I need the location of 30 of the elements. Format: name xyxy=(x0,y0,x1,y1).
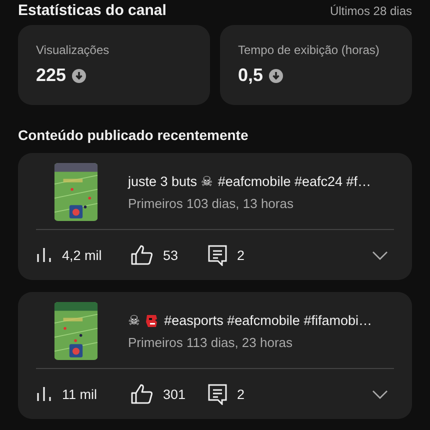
page-title: Estatísticas do canal xyxy=(18,2,166,19)
like-count: 53 xyxy=(163,248,178,262)
video-card[interactable]: juste 3 buts ☠ #eafcmobile #eafc24 #f… Primeiros 103 dias, 13 horas 4,2 mil 53 2 xyxy=(18,153,412,280)
comment-icon xyxy=(208,384,227,404)
stat-value: 225 xyxy=(36,65,66,86)
comment-count: 2 xyxy=(237,386,245,402)
video-age: Primeiros 103 dias, 13 horas xyxy=(128,196,294,210)
thumbs-up-icon xyxy=(131,245,153,265)
mask-icon xyxy=(145,312,160,328)
stat-label: Tempo de exibição (horas) xyxy=(238,43,380,57)
view-count: 4,2 mil xyxy=(62,248,102,262)
stat-label: Visualizações xyxy=(36,43,110,57)
thumbs-up-icon xyxy=(131,384,153,404)
period-label: Últimos 28 dias xyxy=(330,4,412,18)
like-count: 301 xyxy=(163,386,186,402)
view-count: 11 mil xyxy=(62,386,98,402)
bar-chart-icon xyxy=(36,248,52,262)
video-title: #eafcmobile #eafc24 #f… xyxy=(218,174,372,189)
comment-count: 2 xyxy=(237,248,245,262)
video-card[interactable]: ☠ #easports #eafcmobile #fifamobi… Primeiros 113 dias, 23 horas 11 mil 301 2 xyxy=(18,292,412,419)
bar-chart-icon xyxy=(36,387,52,401)
video-title: ☠ xyxy=(128,312,140,328)
video-age: Primeiros 113 dias, 23 horas xyxy=(128,334,294,350)
stat-value: 0,5 xyxy=(238,65,264,86)
chevron-icon[interactable] xyxy=(372,250,388,260)
video-title: #easports #eafcmobile #fifamobi… xyxy=(164,313,372,328)
comment-icon xyxy=(208,244,227,266)
section-title: Conteúdo publicado recentemente xyxy=(18,127,250,143)
chevron-icon[interactable] xyxy=(372,390,388,398)
video-title: juste 3 buts ☠ xyxy=(128,174,213,190)
